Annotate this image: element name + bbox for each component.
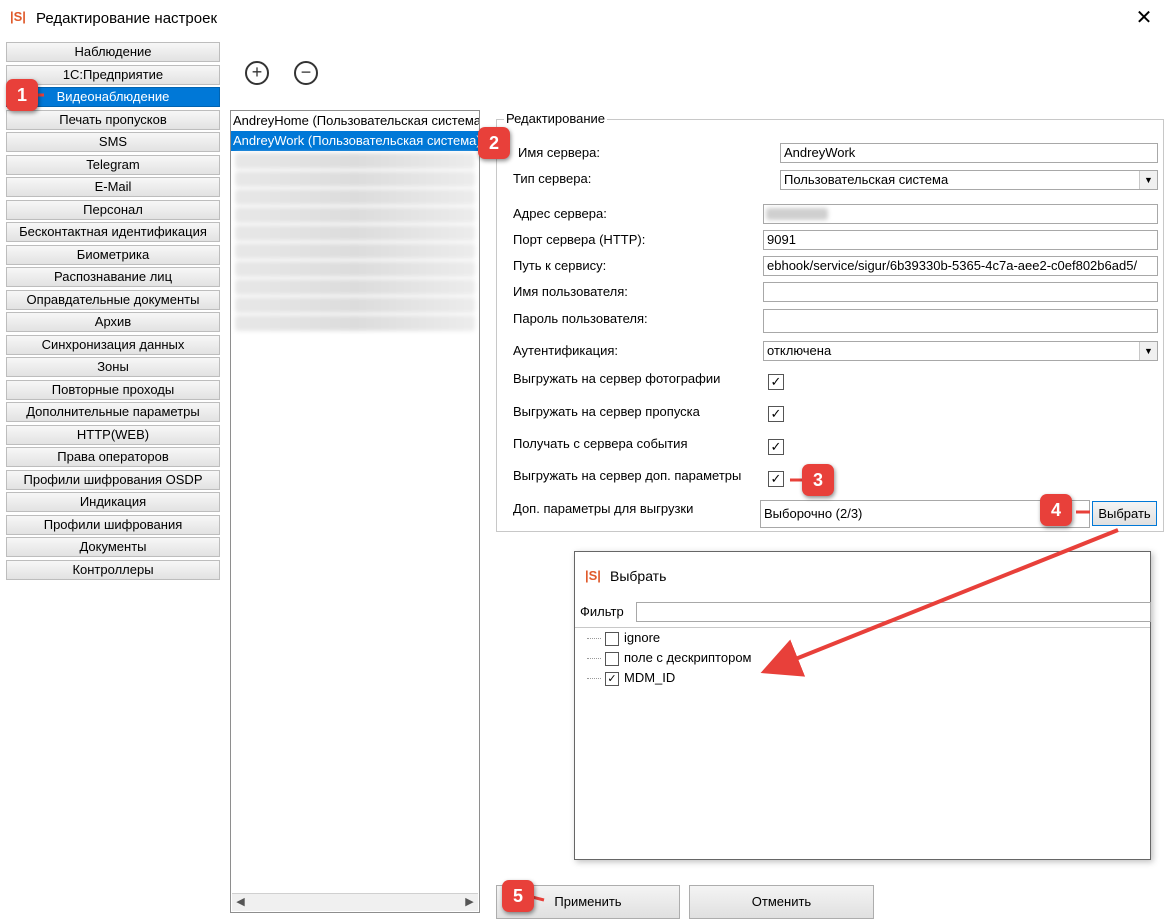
- step-badge-5: 5: [502, 880, 534, 912]
- step-badge-2: 2: [478, 127, 510, 159]
- step-badge-4: 4: [1040, 494, 1072, 526]
- arrow-to-mdm: [760, 528, 1119, 677]
- annotation-arrows: [36, 93, 1119, 902]
- step-badge-1: 1: [6, 79, 38, 111]
- step-badge-3: 3: [802, 464, 834, 496]
